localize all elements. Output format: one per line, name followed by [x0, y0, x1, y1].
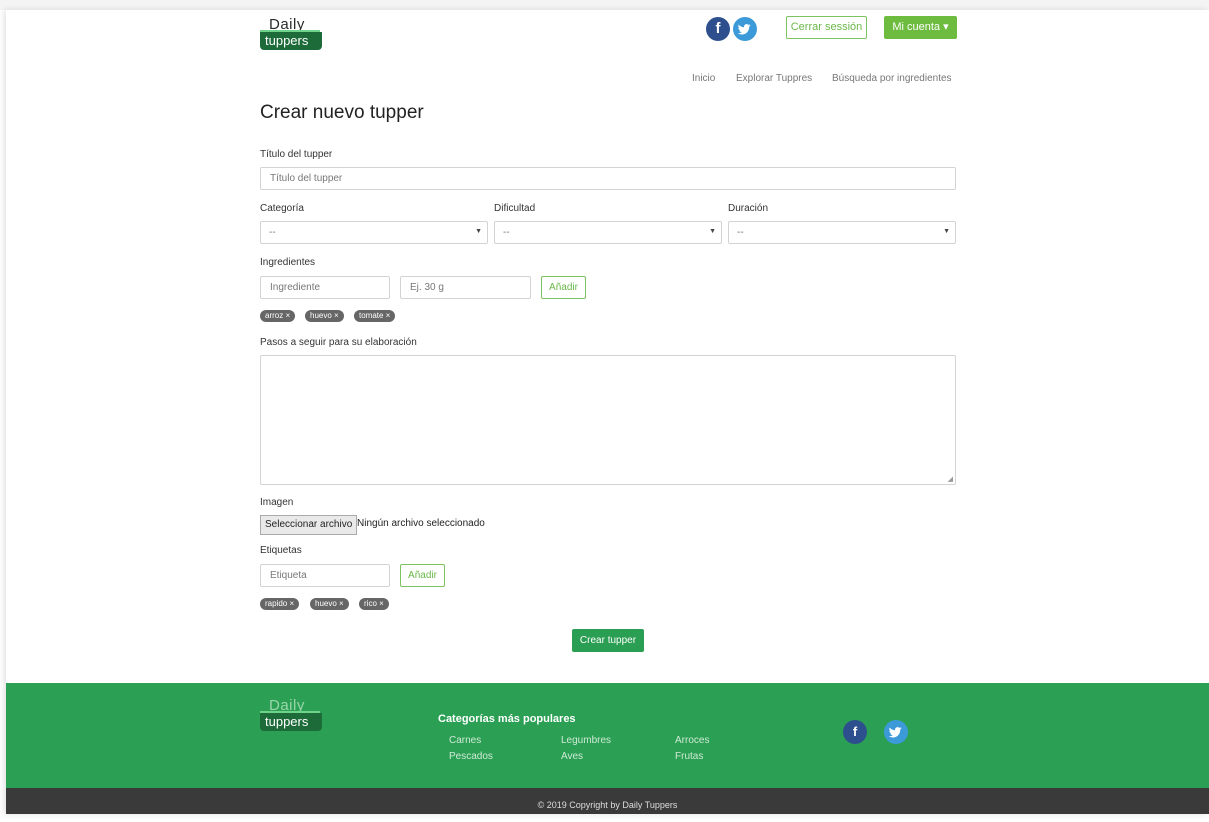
quantity-input[interactable]: Ej. 30 g: [400, 276, 531, 299]
footer-twitter-icon[interactable]: [884, 720, 908, 744]
difficulty-label: Dificultad: [494, 203, 536, 214]
tag-input[interactable]: Etiqueta: [260, 564, 390, 587]
account-dropdown-button[interactable]: Mi cuenta ▾: [884, 16, 957, 39]
difficulty-select[interactable]: -- ▼: [494, 221, 722, 244]
footer-category-link[interactable]: Frutas: [675, 751, 703, 762]
footer-category-link[interactable]: Legumbres: [561, 735, 611, 746]
category-select-value: --: [269, 227, 276, 238]
chevron-down-icon: ▼: [709, 228, 716, 235]
ingredient-chip[interactable]: huevo ×: [305, 310, 344, 322]
add-ingredient-button[interactable]: Añadir: [541, 276, 586, 299]
title-input[interactable]: Título del tupper: [260, 167, 956, 190]
chevron-down-icon: ▼: [475, 228, 482, 235]
twitter-bird-icon: [737, 24, 751, 35]
add-tag-button[interactable]: Añadir: [400, 564, 445, 587]
title-label: Título del tupper: [260, 149, 333, 160]
ingredient-chip[interactable]: tomate ×: [354, 310, 396, 322]
footer-facebook-icon[interactable]: f: [843, 720, 867, 744]
duration-select-value: --: [737, 227, 744, 238]
nav-link-busqueda[interactable]: Búsqueda por ingredientes: [832, 73, 952, 84]
file-status-text: Ningún archivo seleccionado: [357, 518, 485, 529]
image-label: Imagen: [260, 497, 294, 508]
footer-category-link[interactable]: Carnes: [449, 735, 481, 746]
copyright-bar: © 2019 Copyright by Daily Tuppers: [6, 788, 1209, 814]
nav-link-explorar[interactable]: Explorar Tuppres: [736, 73, 812, 84]
footer-category-link[interactable]: Arroces: [675, 735, 709, 746]
chevron-down-icon: ▼: [943, 228, 950, 235]
window-top-strip: [0, 0, 1209, 10]
duration-select[interactable]: -- ▼: [728, 221, 956, 244]
logo-tuppers-text: tuppers: [260, 32, 322, 50]
difficulty-select-value: --: [503, 227, 510, 238]
footer-category-link[interactable]: Aves: [561, 751, 583, 762]
tag-chip[interactable]: rico ×: [359, 598, 389, 610]
category-label: Categoría: [260, 203, 304, 214]
duration-label: Duración: [728, 203, 769, 214]
resize-grip-icon[interactable]: ◢: [948, 475, 953, 483]
tags-label: Etiquetas: [260, 545, 302, 556]
create-tupper-button[interactable]: Crear tupper: [572, 629, 644, 652]
tag-chip[interactable]: rapido ×: [260, 598, 300, 610]
footer-logo[interactable]: Daily tuppers: [260, 697, 324, 733]
nav-link-inicio[interactable]: Inicio: [692, 73, 715, 84]
page-title: Crear nuevo tupper: [260, 102, 424, 123]
ingredient-chip[interactable]: arroz ×: [260, 310, 296, 322]
steps-label: Pasos a seguir para su elaboración: [260, 337, 417, 348]
twitter-icon[interactable]: [733, 17, 757, 41]
ingredients-label: Ingredientes: [260, 257, 316, 268]
footer-logo-tuppers-text: tuppers: [260, 713, 322, 731]
twitter-bird-icon: [888, 727, 902, 738]
category-select[interactable]: -- ▼: [260, 221, 488, 244]
steps-textarea[interactable]: ◢: [260, 355, 956, 485]
file-select-button[interactable]: Seleccionar archivo: [260, 515, 358, 535]
logout-button[interactable]: Cerrar sessión: [786, 16, 867, 39]
popular-categories-title: Categorías más populares: [438, 713, 576, 725]
site-logo[interactable]: Daily tuppers: [260, 16, 324, 52]
facebook-icon[interactable]: f: [706, 17, 730, 41]
ingredient-input[interactable]: Ingrediente: [260, 276, 390, 299]
footer-category-link[interactable]: Pescados: [449, 751, 493, 762]
tag-chip[interactable]: huevo ×: [310, 598, 349, 610]
